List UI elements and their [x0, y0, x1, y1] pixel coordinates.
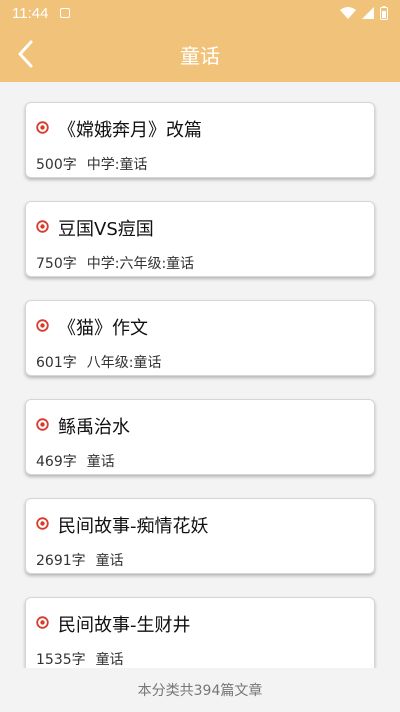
article-word-count: 750字	[36, 256, 77, 272]
signal-icon	[362, 7, 374, 19]
chevron-left-icon	[18, 40, 33, 68]
article-category: 中学:童话	[86, 157, 148, 173]
article-title: 鲧禹治水	[58, 417, 130, 438]
article-meta: 469字 童话	[36, 451, 115, 471]
article-meta: 750字 中学:六年级:童话	[36, 253, 194, 273]
article-card[interactable]: 民间故事-生财井 1535字 童话	[25, 597, 375, 668]
page-title: 童话	[180, 43, 220, 68]
article-word-count: 2691字	[36, 553, 86, 569]
article-word-count: 601字	[36, 355, 77, 371]
article-category: 童话	[95, 652, 124, 668]
target-bullet-icon	[36, 220, 49, 233]
article-word-count: 500字	[36, 157, 77, 173]
article-title: 《嫦娥奔月》改篇	[58, 120, 202, 141]
article-card[interactable]: 《嫦娥奔月》改篇 500字 中学:童话	[25, 102, 375, 178]
target-bullet-icon	[36, 517, 49, 530]
article-card[interactable]: 民间故事-痴情花妖 2691字 童话	[25, 498, 375, 574]
target-bullet-icon	[36, 418, 49, 431]
notification-a-icon	[60, 8, 71, 18]
article-title: 民间故事-生财井	[58, 615, 191, 636]
app-header: 童话	[0, 26, 400, 82]
article-category: 童话	[86, 454, 115, 470]
article-card[interactable]: 豆国VS痘国 750字 中学:六年级:童话	[25, 201, 375, 277]
status-icons	[340, 6, 388, 20]
status-bar: 11:44	[0, 0, 400, 26]
article-word-count: 1535字	[36, 652, 86, 668]
article-title: 《猫》作文	[58, 318, 148, 339]
battery-icon	[380, 6, 388, 20]
back-button[interactable]	[10, 38, 40, 70]
article-card[interactable]: 《猫》作文 601字 八年级:童话	[25, 300, 375, 376]
article-meta: 500字 中学:童话	[36, 154, 147, 174]
article-meta: 2691字 童话	[36, 550, 124, 570]
target-bullet-icon	[36, 616, 49, 629]
article-meta: 601字 八年级:童话	[36, 352, 161, 372]
status-time: 11:44	[12, 4, 49, 22]
target-bullet-icon	[36, 319, 49, 332]
article-title: 民间故事-痴情花妖	[58, 516, 209, 537]
article-meta: 1535字 童话	[36, 649, 124, 668]
article-count-footer: 本分类共394篇文章	[137, 683, 263, 699]
article-category: 八年级:童话	[86, 355, 162, 371]
article-category: 童话	[95, 553, 124, 569]
article-title: 豆国VS痘国	[58, 219, 154, 240]
target-bullet-icon	[36, 121, 49, 134]
article-word-count: 469字	[36, 454, 77, 470]
article-category: 中学:六年级:童话	[86, 256, 195, 272]
article-card[interactable]: 鲧禹治水 469字 童话	[25, 399, 375, 475]
article-list[interactable]: 《嫦娥奔月》改篇 500字 中学:童话 豆国VS痘国 750字 中学:六年级:童话 …	[0, 82, 400, 668]
wifi-icon	[340, 7, 356, 19]
